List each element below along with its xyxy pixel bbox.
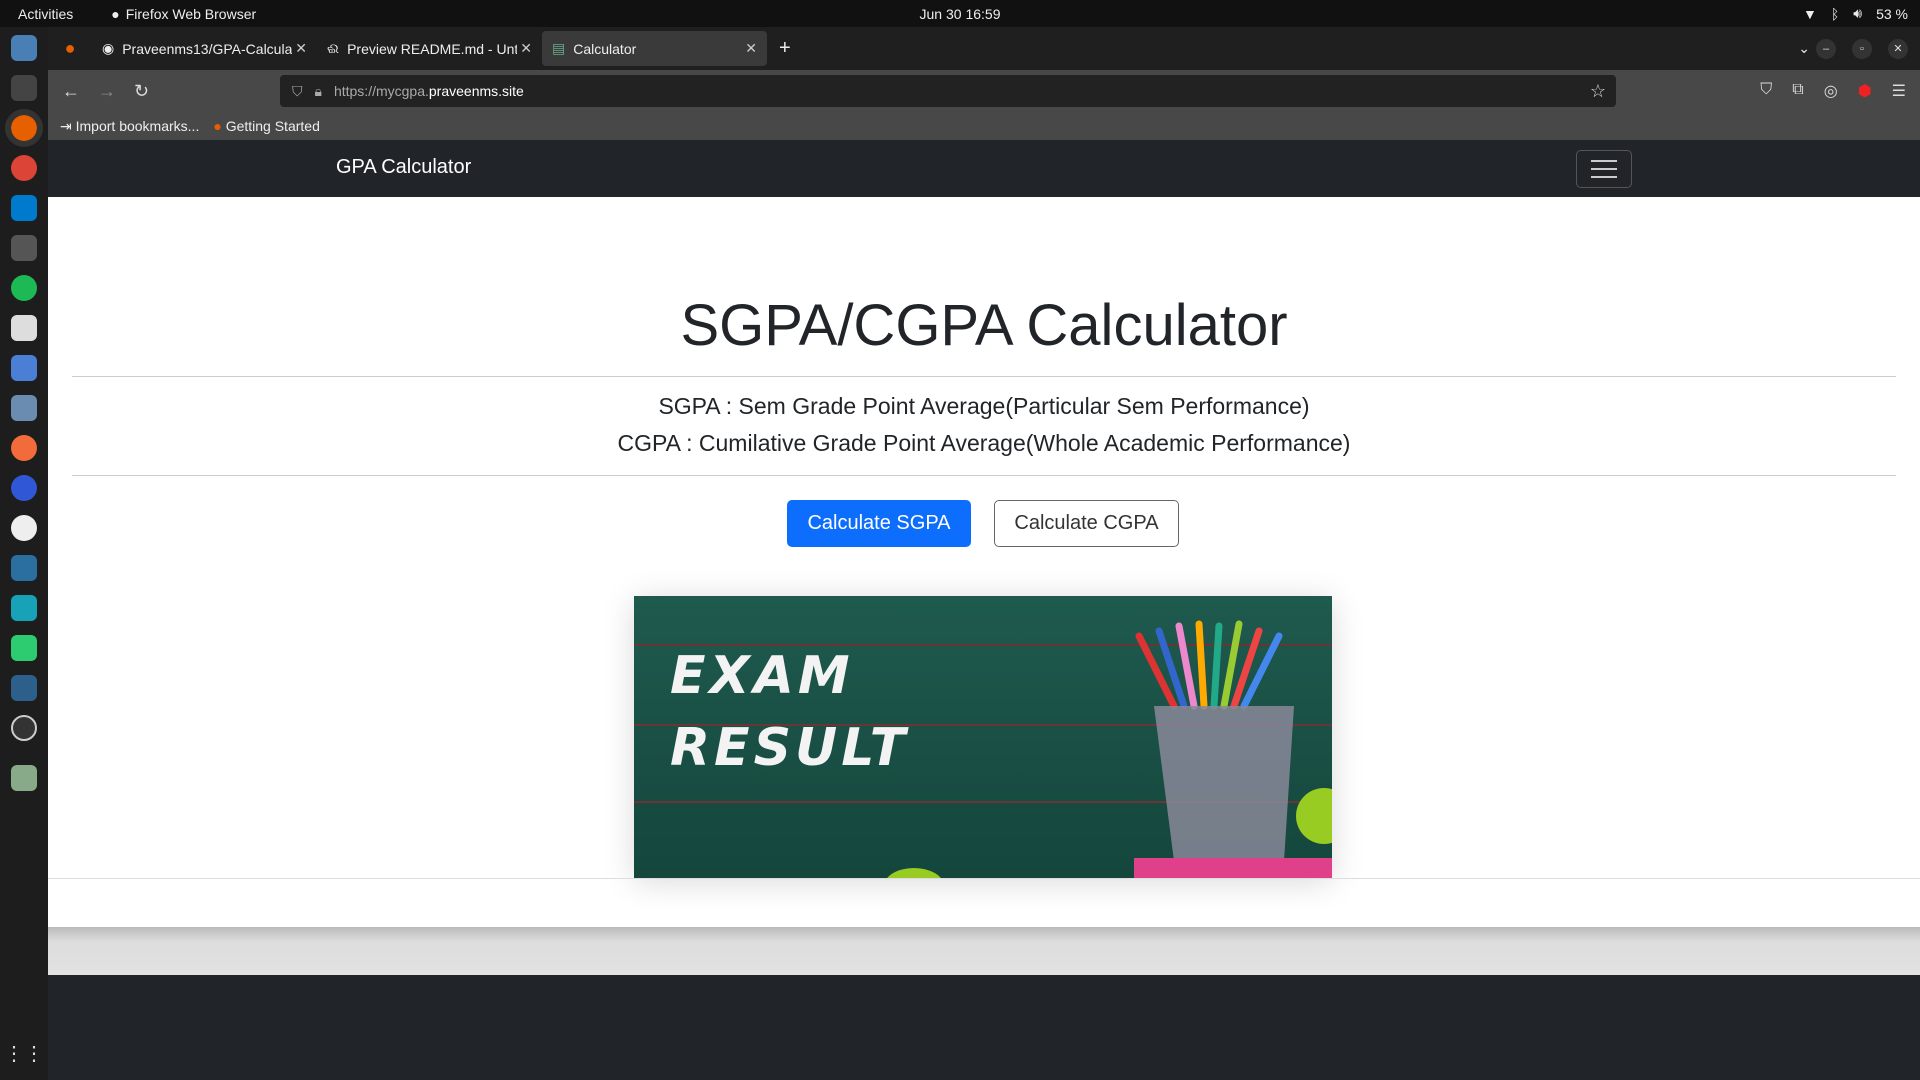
app-name: Firefox Web Browser xyxy=(125,5,257,22)
mysql-workbench-icon[interactable] xyxy=(11,675,37,701)
footer-section xyxy=(48,975,1920,1080)
pocket-icon[interactable]: ⛉ xyxy=(1760,81,1772,101)
import-icon: ⇥ xyxy=(60,117,76,134)
url-prefix: https://mycgpa. xyxy=(333,83,429,99)
activities-button[interactable]: Activities xyxy=(18,6,73,22)
bookmark-label: Getting Started xyxy=(225,118,320,134)
divider xyxy=(72,376,1896,377)
calculator-favicon: ▤ xyxy=(552,40,566,56)
section-separator xyxy=(48,927,1920,975)
postman-icon[interactable] xyxy=(11,435,37,461)
new-tab-button[interactable]: + xyxy=(779,37,791,60)
navbar-toggler[interactable] xyxy=(1576,150,1632,188)
url-host: praveenms.site xyxy=(428,83,524,99)
system-tray[interactable]: ▼ ᛒ 🔊︎ 53 % xyxy=(1803,5,1908,22)
wireshark-icon[interactable] xyxy=(11,555,37,581)
tab-github[interactable]: ◉ Praveenms13/GPA-Calculator ✕ xyxy=(92,31,317,66)
bookmark-label: Import bookmarks... xyxy=(75,117,200,134)
divider xyxy=(72,475,1896,476)
tab-readme[interactable]: ଈ Preview README.md - Untitled✕ xyxy=(317,31,542,66)
files-icon[interactable] xyxy=(11,35,37,61)
lock-icon[interactable]: 🔒︎ xyxy=(315,83,322,100)
dock: ⋮⋮ xyxy=(0,27,48,1080)
app-menu[interactable]: ● Firefox Web Browser xyxy=(111,6,256,22)
site-navbar: GPA Calculator xyxy=(48,140,1920,197)
tab-bar: ● ◉ Praveenms13/GPA-Calculator ✕ ଈ Preview … xyxy=(48,27,1920,70)
cookie-icon[interactable]: ◎ xyxy=(1824,81,1838,101)
back-icon[interactable]: ← xyxy=(62,81,80,102)
trash-icon[interactable] xyxy=(11,765,37,791)
nav-toolbar: ← → ↻ ⛉ 🔒︎ https://mycgpa.praveenms.site… xyxy=(48,70,1920,112)
extensions-icon[interactable]: ⧉ xyxy=(1792,81,1803,101)
vscode-icon[interactable] xyxy=(11,195,37,221)
clock[interactable]: Jun 30 16:59 xyxy=(920,6,1001,22)
volume-icon: 🔊︎ xyxy=(1853,5,1863,21)
page-title: SGPA/CGPA Calculator xyxy=(680,293,1288,358)
shield-icon[interactable]: ⛉ xyxy=(292,83,303,100)
obs-icon[interactable] xyxy=(11,715,37,741)
minimize-button[interactable]: – xyxy=(1816,38,1836,59)
show-apps-icon[interactable]: ⋮⋮ xyxy=(4,1041,44,1066)
close-tab-icon[interactable]: ✕ xyxy=(520,40,532,57)
preview-icon: ଈ xyxy=(327,40,340,56)
bookmark-import[interactable]: ⇥ Import bookmarks... xyxy=(60,118,199,135)
chrome-icon[interactable] xyxy=(11,155,37,181)
calculate-sgpa-button[interactable]: Calculate SGPA xyxy=(787,500,971,547)
divider xyxy=(48,878,1920,879)
close-tab-icon[interactable]: ✕ xyxy=(745,40,757,57)
addon-lock-icon[interactable]: ⬢ xyxy=(1858,81,1872,101)
bookmark-getting-started[interactable]: ● Getting Started xyxy=(213,118,320,134)
app-icon-2[interactable] xyxy=(11,635,37,661)
battery-level: 53 % xyxy=(1876,5,1908,22)
bookmarks-bar: ⇥ Import bookmarks... ● Getting Started xyxy=(48,112,1920,140)
address-bar[interactable]: ⛉ 🔒︎ https://mycgpa.praveenms.site ☆ xyxy=(280,75,1616,107)
edge-icon[interactable] xyxy=(11,475,37,501)
tab-label: Calculator xyxy=(573,40,637,57)
bookmark-star-icon[interactable]: ☆ xyxy=(1590,81,1606,102)
close-tab-icon[interactable]: ✕ xyxy=(295,40,307,57)
tab-label: Preview README.md - Untitled xyxy=(347,40,518,57)
pencil-cup-illustration xyxy=(887,620,1332,878)
system-monitor-icon[interactable] xyxy=(11,235,37,261)
tab-label: Praveenms13/GPA-Calculator xyxy=(122,40,293,57)
menu-icon[interactable]: ☰ xyxy=(1892,81,1906,101)
mongodb-icon[interactable] xyxy=(11,515,37,541)
spotify-icon[interactable] xyxy=(11,275,37,301)
forward-icon[interactable]: → xyxy=(98,81,116,102)
calculate-cgpa-button[interactable]: Calculate CGPA xyxy=(994,500,1179,547)
exam-result-image: EXAM RESULT xyxy=(634,596,1332,878)
sgpa-description: SGPA : Sem Grade Point Average(Particula… xyxy=(658,393,1310,419)
firefox-icon: ● xyxy=(213,118,226,134)
wifi-icon: ▼ xyxy=(1802,5,1817,22)
firefox-dock-icon[interactable] xyxy=(5,109,43,147)
github-icon: ◉ xyxy=(102,40,115,56)
list-tabs-icon[interactable]: ⌄ xyxy=(1798,40,1810,57)
todo-icon[interactable] xyxy=(11,355,37,381)
bluetooth-icon: ᛒ xyxy=(1830,5,1840,22)
maximize-button[interactable]: ▫ xyxy=(1852,38,1872,59)
terminal-icon[interactable] xyxy=(11,75,37,101)
reload-icon[interactable]: ↻ xyxy=(134,81,149,102)
text-editor-icon[interactable] xyxy=(11,315,37,341)
cgpa-description: CGPA : Cumilative Grade Point Average(Wh… xyxy=(617,430,1351,456)
app-icon[interactable] xyxy=(11,595,37,621)
tab-calculator[interactable]: ▤ Calculator ✕ xyxy=(542,31,767,66)
system-top-bar: Activities ● Firefox Web Browser Jun 30 1… xyxy=(0,0,1920,27)
firefox-view-icon[interactable]: ● xyxy=(48,38,92,59)
firefox-icon: ● xyxy=(111,5,120,22)
navbar-brand[interactable]: GPA Calculator xyxy=(336,156,471,179)
virtualbox-icon[interactable] xyxy=(11,395,37,421)
close-window-button[interactable]: ✕ xyxy=(1888,38,1908,59)
